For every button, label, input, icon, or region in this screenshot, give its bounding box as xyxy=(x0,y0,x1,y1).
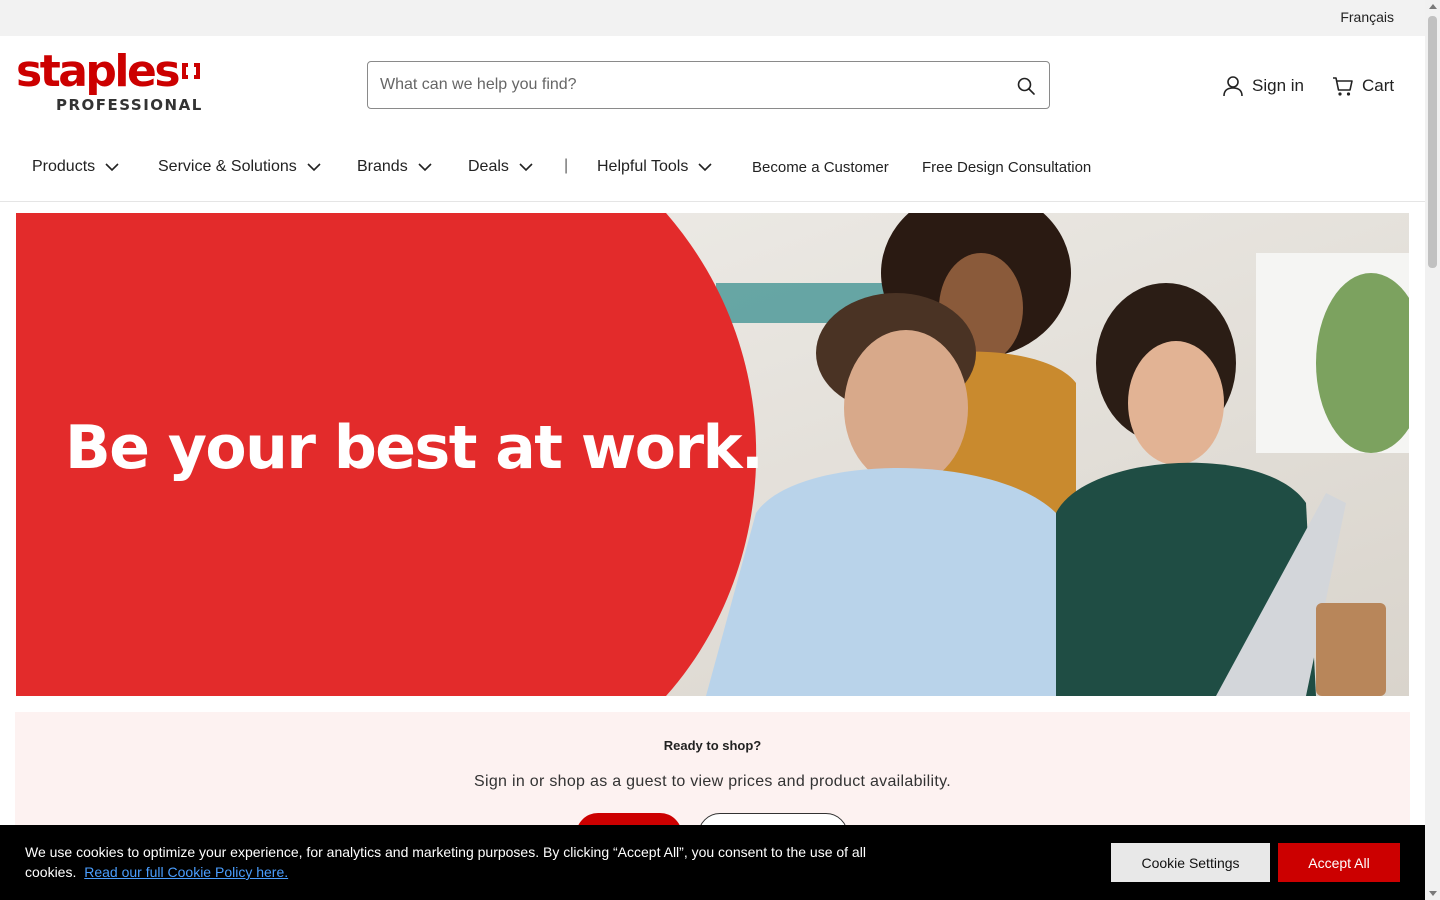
utility-bar: Français xyxy=(0,0,1425,36)
nav-item-label: Service & Solutions xyxy=(158,158,297,175)
page: Français staples PROFESSIONAL Sign in xyxy=(0,0,1425,900)
cookie-settings-button[interactable]: Cookie Settings xyxy=(1111,843,1270,882)
staples-professional-logo[interactable]: staples PROFESSIONAL xyxy=(16,50,216,118)
sign-in-link[interactable]: Sign in xyxy=(1222,75,1304,97)
chevron-down-icon xyxy=(519,162,533,171)
scroll-down-arrow-icon[interactable] xyxy=(1429,891,1437,896)
nav-item-products[interactable]: Products xyxy=(32,157,119,177)
search-bar xyxy=(367,61,1050,109)
main-nav: Products Service & Solutions Brands Deal… xyxy=(0,136,1425,202)
cookie-banner: We use cookies to optimize your experien… xyxy=(0,825,1425,900)
logo-subline: PROFESSIONAL xyxy=(56,96,203,114)
nav-item-label: Products xyxy=(32,158,96,175)
chevron-down-icon xyxy=(105,162,119,171)
ready-to-shop-title: Ready to shop? xyxy=(663,738,762,753)
chevron-down-icon xyxy=(698,162,712,171)
scroll-up-arrow-icon[interactable] xyxy=(1429,4,1437,9)
nav-item-helpful-tools[interactable]: Helpful Tools xyxy=(597,157,712,177)
nav-item-label: Free Design Consultation xyxy=(922,158,1092,176)
nav-item-free-design-consultation[interactable]: Free Design Consultation xyxy=(922,157,1091,177)
nav-item-deals[interactable]: Deals xyxy=(468,157,533,177)
user-icon xyxy=(1223,76,1243,97)
chevron-down-icon xyxy=(307,162,321,171)
nav-item-brands[interactable]: Brands xyxy=(357,157,432,177)
ready-to-shop-subtitle: Sign in or shop as a guest to view price… xyxy=(474,773,951,790)
logo-wordmark: staples xyxy=(16,46,181,97)
accept-all-cookies-button[interactable]: Accept All xyxy=(1278,843,1400,882)
nav-item-label: Brands xyxy=(357,158,408,175)
nav-separator: | xyxy=(564,157,569,174)
cart-label: Cart xyxy=(1362,76,1395,95)
scrollbar-thumb[interactable] xyxy=(1428,16,1437,268)
cart-link[interactable]: Cart xyxy=(1332,75,1394,97)
nav-item-label: Become a Customer xyxy=(752,158,889,176)
cart-icon xyxy=(1333,77,1353,96)
site-header: staples PROFESSIONAL Sign in xyxy=(0,36,1425,136)
vertical-scrollbar[interactable] xyxy=(1425,0,1440,900)
cookie-banner-text-block: We use cookies to optimize your experien… xyxy=(25,842,905,882)
sign-in-label: Sign in xyxy=(1252,76,1304,95)
nav-item-label: Deals xyxy=(468,158,509,175)
nav-item-become-customer[interactable]: Become a Customer xyxy=(752,157,889,177)
logo-bracket-icon xyxy=(182,63,200,79)
hero-headline: Be your best at work. xyxy=(65,413,764,483)
nav-item-label: Helpful Tools xyxy=(597,158,689,175)
nav-item-service-solutions[interactable]: Service & Solutions xyxy=(158,157,321,177)
hero-banner[interactable]: Be your best at work. xyxy=(16,213,1409,696)
search-input[interactable] xyxy=(380,73,980,97)
language-toggle-link[interactable]: Français xyxy=(1340,9,1394,25)
search-icon[interactable] xyxy=(1015,75,1037,97)
cookie-policy-link[interactable]: Read our full Cookie Policy here. xyxy=(84,864,288,880)
chevron-down-icon xyxy=(418,162,432,171)
